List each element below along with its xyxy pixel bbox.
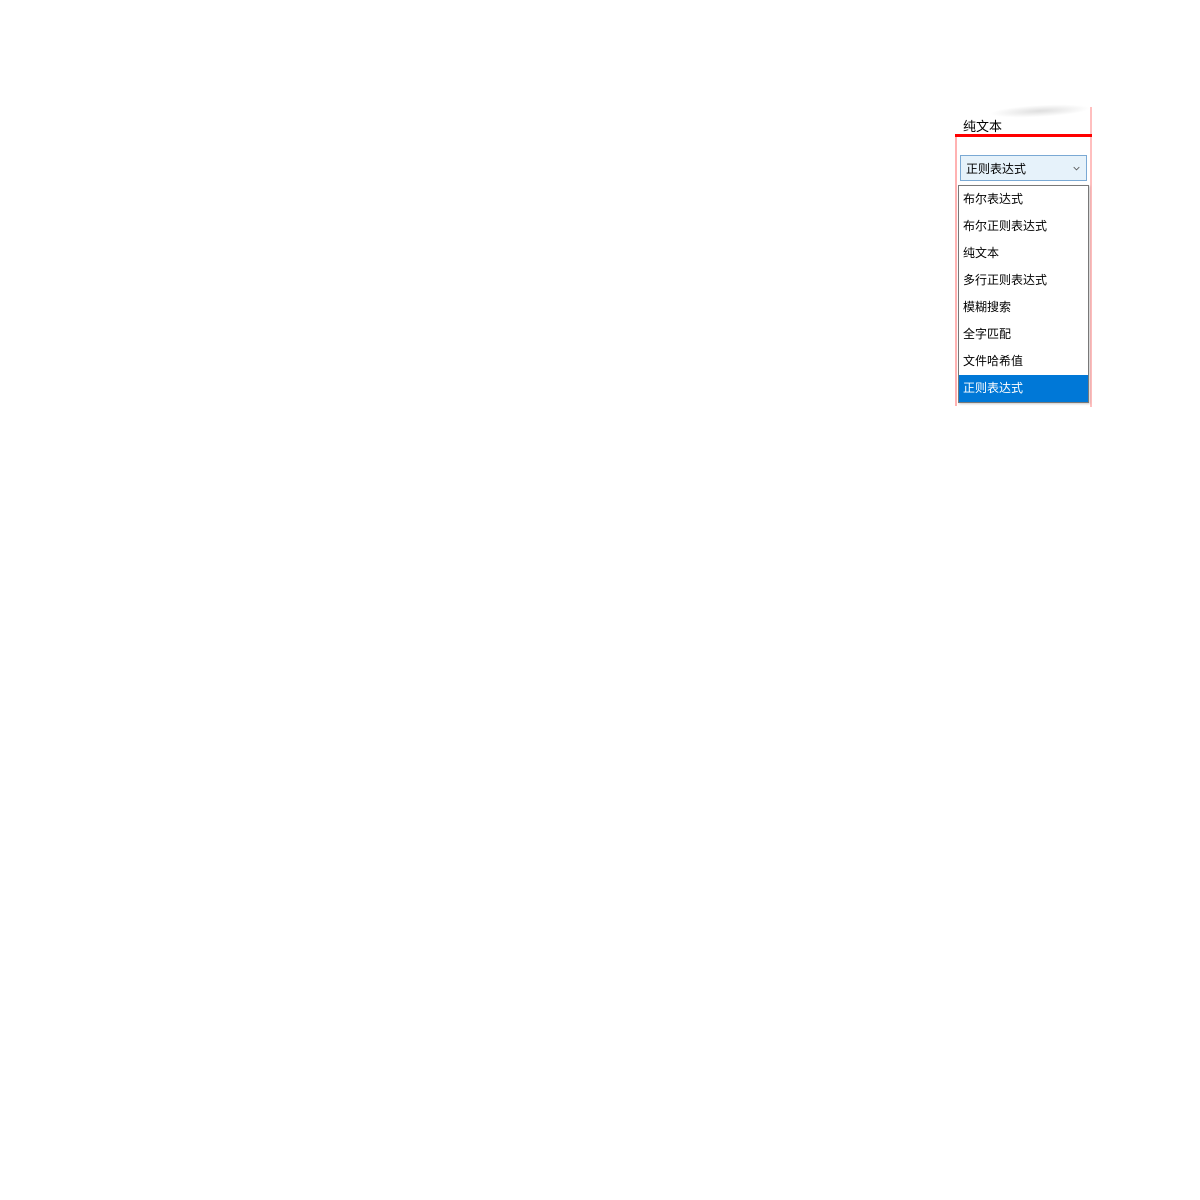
highlight-border-left — [955, 134, 957, 406]
chevron-down-icon — [1072, 164, 1080, 172]
decorative-swoosh — [990, 102, 1090, 119]
dropdown-option-boolean-regex[interactable]: 布尔正则表达式 — [959, 213, 1088, 240]
dropdown-option-regex[interactable]: 正则表达式 — [959, 375, 1088, 402]
dropdown-option-file-hash[interactable]: 文件哈希值 — [959, 348, 1088, 375]
search-type-dropdown-list: 布尔表达式 布尔正则表达式 纯文本 多行正则表达式 模糊搜索 全字匹配 文件哈希… — [958, 185, 1089, 403]
combobox-selected-text: 正则表达式 — [966, 160, 1026, 177]
dropdown-option-multiline-regex[interactable]: 多行正则表达式 — [959, 267, 1088, 294]
header-label: 纯文本 — [963, 116, 1002, 135]
dropdown-option-plain-text[interactable]: 纯文本 — [959, 240, 1088, 267]
dropdown-option-boolean[interactable]: 布尔表达式 — [959, 186, 1088, 213]
search-type-combobox[interactable]: 正则表达式 — [960, 155, 1087, 181]
dropdown-option-whole-word[interactable]: 全字匹配 — [959, 321, 1088, 348]
dropdown-option-fuzzy-search[interactable]: 模糊搜索 — [959, 294, 1088, 321]
highlight-border-right — [1090, 107, 1092, 407]
